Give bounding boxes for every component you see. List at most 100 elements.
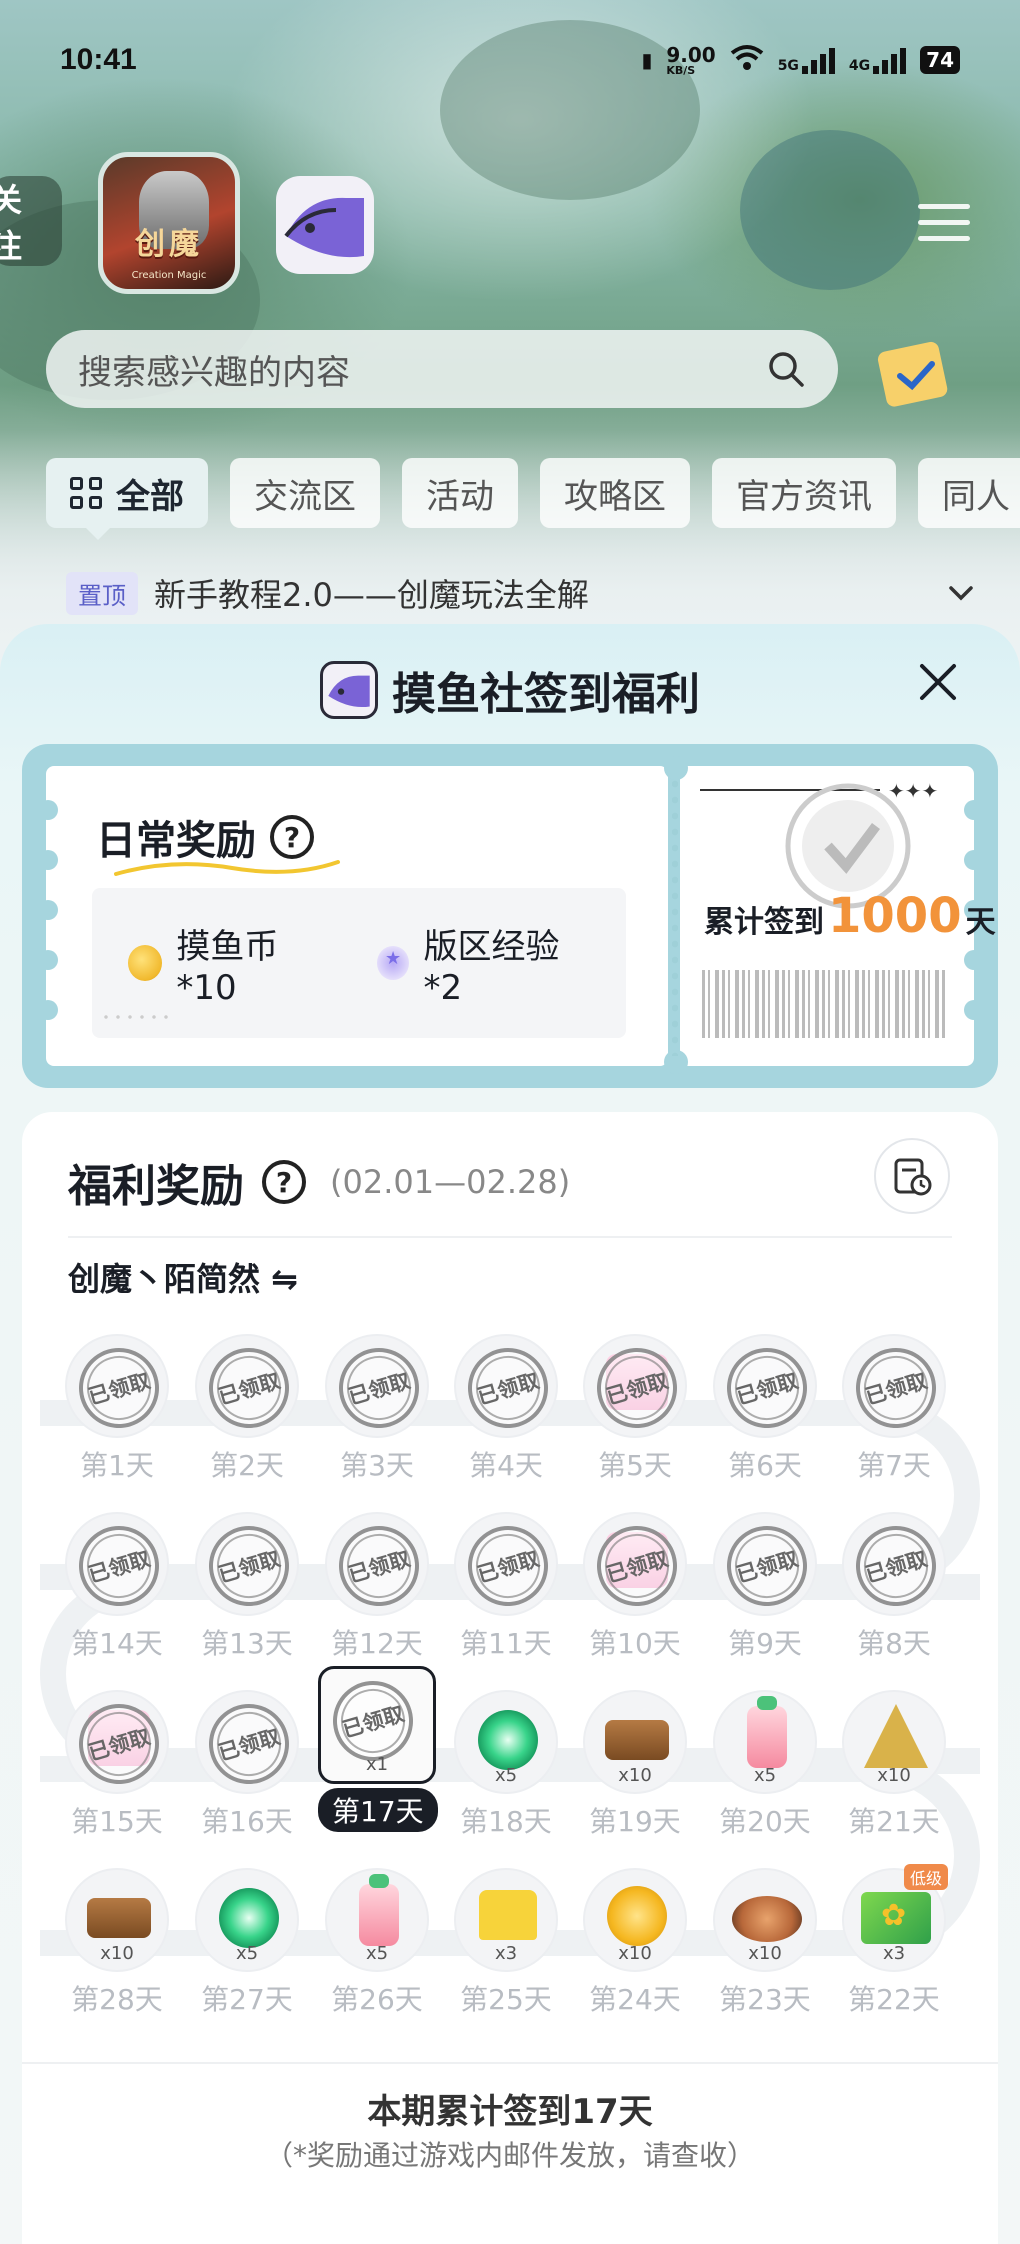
checkin-day-19[interactable]: x10 第19天 <box>580 1690 690 1840</box>
day-reward-icon: x10 <box>713 1868 817 1972</box>
day-reward-icon: x10 <box>583 1690 687 1794</box>
follow-button[interactable]: 关注 <box>0 176 62 266</box>
reward-quantity: x10 <box>618 1765 652 1786</box>
cumulative-days: 1000 <box>828 888 962 944</box>
daily-reward-list: 摸鱼币*10 版区经验*2 <box>92 888 626 1038</box>
food-icon <box>732 1896 802 1942</box>
checkin-day-13[interactable]: 已领取第9天 <box>710 1512 820 1662</box>
checkin-day-28[interactable]: x3 低级第22天 <box>839 1864 949 2018</box>
reward-item-coin: 摸鱼币*10 <box>128 919 331 1008</box>
checkin-day-20[interactable]: x5 第20天 <box>710 1690 820 1840</box>
day-label: 第2天 <box>210 1449 284 1482</box>
day-reward-icon: x5 <box>713 1690 817 1794</box>
checkin-day-4[interactable]: 已领取 第4天 <box>451 1334 561 1484</box>
reward-quantity: x3 <box>882 1943 906 1964</box>
checkin-day-11[interactable]: 已领取 第11天 <box>451 1512 561 1662</box>
pinned-post[interactable]: 置顶 新手教程2.0——创魔玩法全解 <box>66 570 976 616</box>
shell-icon <box>607 1886 667 1946</box>
day-label: 第25天 <box>460 1983 552 2016</box>
tab-events[interactable]: 活动 <box>402 458 518 528</box>
checkin-day-8[interactable]: 已领取 第14天 <box>62 1512 172 1662</box>
day-reward-icon: x10 <box>65 1868 169 1972</box>
pinned-badge: 置顶 <box>66 571 138 615</box>
checkin-day-7[interactable]: 已领取 第7天 <box>839 1334 949 1484</box>
checkin-day-21[interactable]: x10 第21天 <box>839 1690 949 1840</box>
checkin-day-12[interactable]: 已领取 第10天 <box>580 1512 690 1662</box>
search-icon[interactable] <box>766 349 806 389</box>
claimed-stamp: 已领取 <box>329 1338 429 1438</box>
day-label: 第9天 <box>728 1627 802 1660</box>
bottle-icon <box>747 1696 787 1768</box>
history-calendar-icon <box>894 1158 932 1196</box>
day-reward-icon: 已领取 <box>713 1334 817 1438</box>
claimed-stamp: 已领取 <box>587 1338 687 1438</box>
checkin-day-24[interactable]: x5 第26天 <box>322 1868 432 2018</box>
chevron-down-icon[interactable] <box>946 578 976 608</box>
tab-fan-works[interactable]: 同人 <box>918 458 1020 528</box>
checkin-day-26[interactable]: x10 第24天 <box>580 1868 690 2018</box>
checkin-day-6[interactable]: 已领取 第6天 <box>710 1334 820 1484</box>
day-reward-icon: x10 <box>842 1690 946 1794</box>
day-reward-icon: x3 <box>454 1868 558 1972</box>
checkin-day-9[interactable]: 已领取第13天 <box>192 1512 302 1662</box>
game-logo[interactable]: 创魔 Creation Magic <box>98 152 240 294</box>
day-reward-icon: x3 低级 <box>842 1864 948 1972</box>
checkin-day-3[interactable]: 已领取 第3天 <box>322 1334 432 1484</box>
day-label: 第10天 <box>589 1627 681 1660</box>
exp-icon <box>377 946 410 980</box>
day-label: 第13天 <box>201 1627 293 1660</box>
claimed-stamp: 已领取 <box>69 1338 169 1438</box>
checkin-day-16[interactable]: 已领取第16天 <box>192 1690 302 1840</box>
reward-quantity: x10 <box>877 1765 911 1786</box>
checkin-day-1[interactable]: 已领取第1天 <box>62 1334 172 1484</box>
day-label: 第4天 <box>469 1449 543 1482</box>
date-range: (02.01—02.28) <box>330 1163 571 1201</box>
claimed-stamp: 已领取 <box>458 1516 558 1616</box>
checkin-day-22[interactable]: x10 第28天 <box>62 1868 172 2018</box>
checkin-day-15[interactable]: 已领取 第15天 <box>62 1690 172 1840</box>
checkin-day-18[interactable]: x5 第18天 <box>451 1690 561 1840</box>
checkin-day-17[interactable]: 已领取 x1 第17天 <box>318 1666 438 1832</box>
checkin-day-10[interactable]: 已领取 第12天 <box>322 1512 432 1662</box>
reward-quantity: x5 <box>753 1765 777 1786</box>
checkin-day-2[interactable]: 已领取 第2天 <box>192 1334 302 1484</box>
day-label: 第16天 <box>201 1805 293 1838</box>
claimed-stamp: 已领取 <box>199 1694 299 1794</box>
wifi-icon <box>730 44 764 77</box>
tab-discussion[interactable]: 交流区 <box>230 458 380 528</box>
shirt-icon <box>479 1890 537 1940</box>
checkin-day-23[interactable]: x5 第27天 <box>192 1868 302 2018</box>
fish-icon <box>320 661 378 719</box>
help-icon[interactable]: ? <box>262 1160 306 1204</box>
claimed-stamp: 已领取 <box>199 1516 299 1616</box>
bag-icon <box>605 1720 669 1760</box>
menu-icon[interactable] <box>918 204 970 244</box>
claimed-stamp: 已领取 <box>69 1694 169 1794</box>
checkin-day-25[interactable]: x3 第25天 <box>451 1868 561 2018</box>
gem-icon <box>478 1710 538 1770</box>
day-label: 第17天 <box>318 1788 438 1832</box>
checkin-day-5[interactable]: 已领取 第5天 <box>580 1334 690 1484</box>
reward-quantity: x10 <box>748 1943 782 1964</box>
day-label: 第20天 <box>719 1805 811 1838</box>
day-reward-icon: 已领取 <box>325 1512 429 1616</box>
tab-official-news[interactable]: 官方资讯 <box>712 458 896 528</box>
moyushe-fish-logo[interactable] <box>276 176 374 274</box>
checkin-day-27[interactable]: x10 第23天 <box>710 1868 820 2018</box>
checkin-day-14[interactable]: 已领取 第8天 <box>839 1512 949 1662</box>
cell-signal-4g-icon: 4G <box>849 46 907 74</box>
day-label: 第1天 <box>80 1449 154 1482</box>
claimed-stamp: 已领取 <box>717 1516 817 1616</box>
day-label: 第22天 <box>848 1983 940 2016</box>
history-button[interactable] <box>874 1138 950 1214</box>
day-reward-icon: 已领取 <box>454 1512 558 1616</box>
claimed-stamp: 已领取 <box>846 1338 946 1438</box>
tab-all[interactable]: 全部 <box>46 458 208 540</box>
search-bar[interactable]: 搜索感兴趣的内容 <box>46 330 838 408</box>
tab-guides[interactable]: 攻略区 <box>540 458 690 528</box>
checkin-calendar-icon[interactable] <box>874 336 958 412</box>
day-reward-icon: 已领取 <box>65 1334 169 1438</box>
close-icon[interactable] <box>916 660 960 704</box>
day-label: 第18天 <box>460 1805 552 1838</box>
day-reward-icon: 已领取 <box>65 1690 169 1794</box>
